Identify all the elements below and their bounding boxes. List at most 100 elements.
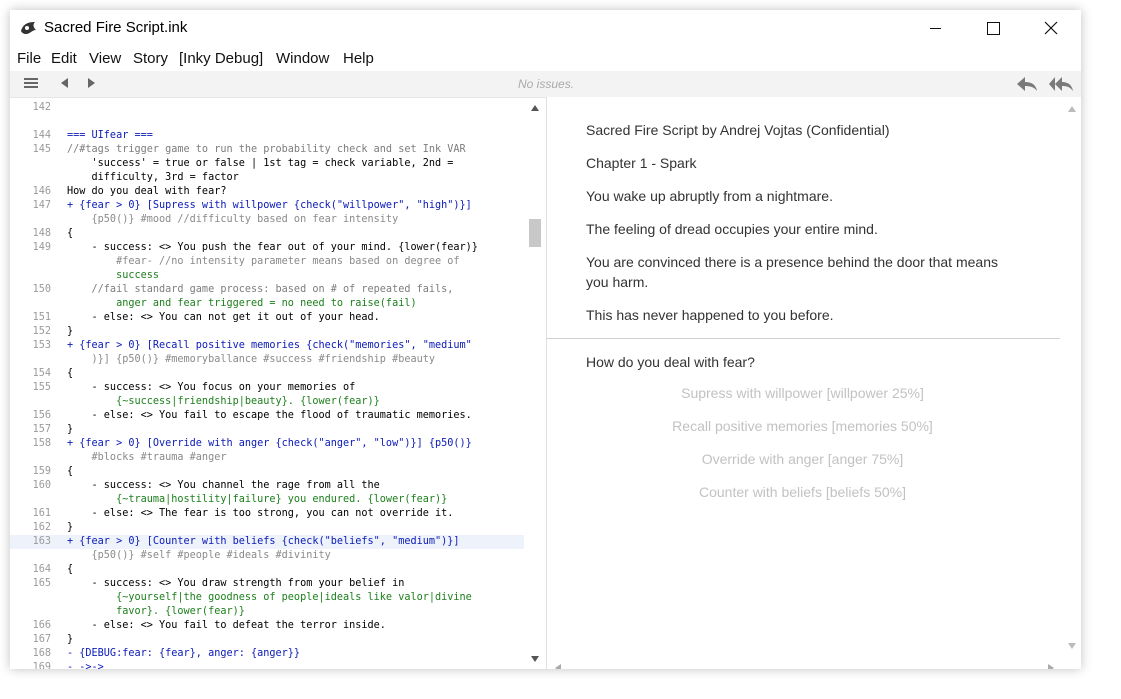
menu-view[interactable]: View	[89, 50, 121, 67]
choice-beliefs[interactable]: Counter with beliefs [beliefs 50%]	[586, 484, 1019, 500]
nav-forward-icon[interactable]	[86, 75, 98, 91]
scroll-up-icon[interactable]	[1067, 105, 1077, 113]
scroll-up-icon[interactable]	[530, 104, 540, 112]
code-line[interactable]: 150 //fail standard game process: based …	[10, 283, 524, 297]
code-line[interactable]: 154 {	[10, 367, 524, 381]
code-line[interactable]: 169 - ->->	[10, 661, 524, 669]
code-line[interactable]: 160 - success: <> You channel the rage f…	[10, 479, 524, 493]
code-line[interactable]	[10, 115, 524, 129]
maximize-button[interactable]	[964, 10, 1022, 47]
code-line[interactable]: 155 - success: <> You focus on your memo…	[10, 381, 524, 395]
code-line[interactable]: 151 - else: <> You can not get it out of…	[10, 311, 524, 325]
scroll-left-icon[interactable]	[554, 663, 562, 669]
code-line[interactable]: 153 + {fear > 0} [Recall positive memorie…	[10, 339, 524, 353]
line-number: 149	[32, 242, 51, 253]
line-number: 142	[32, 102, 51, 113]
menu-inky-debug[interactable]: [Inky Debug]	[179, 50, 263, 67]
code-line[interactable]: {~success|friendship|beauty}. {lower(fea…	[10, 395, 524, 409]
code-text: - {DEBUG:fear: {fear}, anger: {anger}}	[67, 648, 301, 659]
code-text: {	[67, 368, 74, 379]
code-editor[interactable]: 142 144 === UIfear === 145 //#tags trigger g…	[10, 97, 546, 669]
choice-memories[interactable]: Recall positive memories [memories 50%]	[586, 418, 1019, 434]
choice-willpower[interactable]: Supress with willpower [willpower 25%]	[586, 385, 1019, 401]
code-line[interactable]: 166 - else: <> You fail to defeat the te…	[10, 619, 524, 633]
code-line[interactable]: 149 - success: <> You push the fear out …	[10, 241, 524, 255]
code-line[interactable]: 158 + {fear > 0} [Override with anger {ch…	[10, 437, 524, 451]
code-line[interactable]: 162}	[10, 521, 524, 535]
code-text: 'success' = true or false | 1st tag = ch…	[67, 158, 454, 169]
story-paragraph: You are convinced there is a presence be…	[586, 254, 998, 290]
scroll-down-icon[interactable]	[1067, 642, 1077, 650]
nav-back-icon[interactable]	[58, 75, 70, 91]
code-text: #blocks #trauma #anger	[67, 452, 227, 463]
code-line[interactable]: {p50()} #mood //difficulty based on fear…	[10, 213, 524, 227]
menu-story[interactable]: Story	[133, 50, 168, 67]
code-line[interactable]: 157}	[10, 423, 524, 437]
code-line[interactable]: 147 + {fear > 0} [Supress with willpower …	[10, 199, 524, 213]
code-line[interactable]: {p50()} #self #people #ideals #divinity	[10, 549, 524, 563]
line-number: 159	[32, 466, 51, 477]
code-line[interactable]: 156 - else: <> You fail to escape the fl…	[10, 409, 524, 423]
code-line[interactable]: 144 === UIfear ===	[10, 129, 524, 143]
code-line[interactable]: success	[10, 269, 524, 283]
code-line[interactable]: difficulty, 3rd = factor	[10, 171, 524, 185]
menu-edit[interactable]: Edit	[51, 50, 77, 67]
code-text: //#tags trigger game to run the probabil…	[67, 144, 466, 155]
hamburger-menu-icon[interactable]	[23, 75, 39, 91]
code-line[interactable]: 'success' = true or false | 1st tag = ch…	[10, 157, 524, 171]
menu-file[interactable]: File	[17, 50, 41, 67]
code-line[interactable]: #fear- //no intensity parameter means ba…	[10, 255, 524, 269]
app-window: Sacred Fire Script.ink File Edit View St…	[10, 10, 1081, 669]
editor-scrollbar[interactable]	[525, 98, 544, 669]
line-number: 166	[32, 620, 51, 631]
menu-help[interactable]: Help	[343, 50, 374, 67]
line-number: 158	[32, 438, 51, 449]
code-text: - success: <> You push the fear out of y…	[67, 242, 478, 253]
scroll-right-icon[interactable]	[1047, 663, 1055, 669]
menu-window[interactable]: Window	[276, 50, 329, 67]
maximize-icon	[987, 22, 1000, 35]
code-text: - else: <> You fail to defeat the terror…	[67, 620, 386, 631]
close-button[interactable]	[1022, 10, 1080, 47]
code-line[interactable]: 148 {	[10, 227, 524, 241]
code-line[interactable]: 164 {	[10, 563, 524, 577]
line-number: 163	[32, 536, 51, 547]
code-text: === UIfear ===	[67, 130, 153, 141]
player-scrollbar[interactable]	[1062, 97, 1081, 669]
editor-scroll-thumb[interactable]	[529, 219, 541, 247]
code-text: - ->->	[67, 662, 104, 669]
code-text: }	[67, 326, 74, 337]
minimize-button[interactable]	[906, 10, 964, 47]
code-line[interactable]: 163 + {fear > 0} [Counter with beliefs {c…	[10, 535, 524, 549]
restart-story-icon[interactable]	[1048, 75, 1074, 93]
code-line[interactable]: {~yourself|the goodness of people|ideals…	[10, 591, 524, 605]
line-number: 154	[32, 368, 51, 379]
code-line[interactable]: 167}	[10, 633, 524, 647]
code-line[interactable]: 152}	[10, 325, 524, 339]
code-line[interactable]: 142	[10, 101, 524, 115]
story-paragraph: Chapter 1 - Spark	[586, 155, 697, 171]
story-paragraph: Sacred Fire Script by Andrej Vojtas (Con…	[586, 122, 890, 138]
code-line[interactable]: 165 - success: <> You draw strength from…	[10, 577, 524, 591]
code-line[interactable]: )}] {p50()} #memoryballance #success #fr…	[10, 353, 524, 367]
code-line[interactable]: anger and fear triggered = no need to ra…	[10, 297, 524, 311]
code-line[interactable]: favor}. {lower(fear)}	[10, 605, 524, 619]
code-text: }	[67, 424, 74, 435]
code-line[interactable]: 146 How do you deal with fear?	[10, 185, 524, 199]
code-text: {p50()} #self #people #ideals #divinity	[67, 550, 331, 561]
choice-anger[interactable]: Override with anger [anger 75%]	[586, 451, 1019, 467]
code-text: #fear- //no intensity parameter means ba…	[67, 256, 460, 267]
code-line[interactable]: 161 - else: <> The fear is too strong, y…	[10, 507, 524, 521]
code-line[interactable]: 145 //#tags trigger game to run the proba…	[10, 143, 524, 157]
code-line[interactable]: 159 {	[10, 465, 524, 479]
code-text: - success: <> You focus on your memories…	[67, 382, 356, 393]
scroll-down-icon[interactable]	[530, 655, 540, 663]
code-line[interactable]: #blocks #trauma #anger	[10, 451, 524, 465]
code-text: {	[67, 228, 74, 239]
code-line[interactable]: {~trauma|hostility|failure} you endured.…	[10, 493, 524, 507]
line-number: 161	[32, 508, 51, 519]
rewind-one-icon[interactable]	[1016, 75, 1038, 93]
line-number: 169	[32, 662, 51, 669]
code-text: + {fear > 0} [Override with anger {check…	[67, 438, 472, 449]
code-line[interactable]: 168 - {DEBUG:fear: {fear}, anger: {anger}…	[10, 647, 524, 661]
